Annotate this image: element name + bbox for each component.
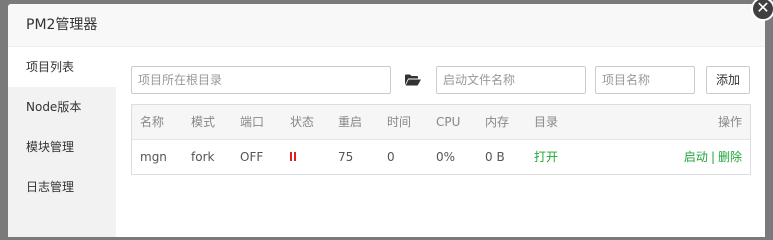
sidebar-item-log-management[interactable]: 日志管理 (8, 167, 116, 207)
cell-memory: 0 B (485, 150, 505, 164)
cell-status (290, 140, 297, 174)
main-panel: 添加 名称 模式 端口 状态 重启 时间 CPU 内存 目录 操作 mgn fo… (116, 47, 765, 237)
cell-restarts: 75 (338, 150, 354, 164)
header-cpu: CPU (436, 115, 461, 129)
cell-mode: fork (191, 150, 215, 164)
open-directory-link[interactable]: 打开 (534, 140, 558, 174)
dialog-title: PM2管理器 (8, 4, 765, 47)
folder-open-icon (405, 74, 421, 86)
sidebar-item-module-management[interactable]: 模块管理 (8, 127, 116, 167)
table-row: mgn fork OFF 75 0 0% 0 B 打开 启动 | 删除 (132, 140, 750, 174)
sidebar-item-node-version[interactable]: Node版本 (8, 87, 116, 127)
cell-time: 0 (387, 150, 395, 164)
table-header-row: 名称 模式 端口 状态 重启 时间 CPU 内存 目录 操作 (132, 105, 750, 140)
close-icon: ✕ (756, 0, 770, 17)
delete-project-link[interactable]: 删除 (718, 150, 742, 164)
start-project-link[interactable]: 启动 (684, 150, 708, 164)
cell-cpu: 0% (436, 150, 456, 164)
header-port: 端口 (240, 115, 265, 129)
sidebar-item-project-list[interactable]: 项目列表 (8, 47, 116, 87)
close-dialog-button[interactable]: ✕ (751, 0, 773, 21)
start-file-input[interactable] (436, 66, 586, 94)
pm2-manager-dialog: PM2管理器 项目列表 Node版本 模块管理 日志管理 添加 名称 模式 端口… (8, 4, 765, 237)
header-directory: 目录 (534, 115, 559, 129)
header-memory: 内存 (485, 115, 510, 129)
project-table: 名称 模式 端口 状态 重启 时间 CPU 内存 目录 操作 mgn fork … (131, 104, 751, 175)
pause-icon (290, 152, 297, 161)
header-restarts: 重启 (338, 115, 363, 129)
cell-name: mgn (140, 150, 167, 164)
sidebar: 项目列表 Node版本 模块管理 日志管理 (8, 47, 116, 237)
add-project-button[interactable]: 添加 (706, 66, 750, 94)
header-time: 时间 (387, 115, 412, 129)
header-actions: 操作 (717, 115, 742, 129)
project-name-input[interactable] (595, 66, 695, 94)
project-root-dir-input[interactable] (131, 66, 391, 94)
header-name: 名称 (140, 115, 165, 129)
cell-actions: 启动 | 删除 (684, 140, 742, 174)
folder-browse-button[interactable] (398, 66, 428, 94)
action-separator: | (710, 150, 715, 164)
cell-port: OFF (240, 150, 264, 164)
header-status: 状态 (290, 115, 315, 129)
header-mode: 模式 (191, 115, 216, 129)
